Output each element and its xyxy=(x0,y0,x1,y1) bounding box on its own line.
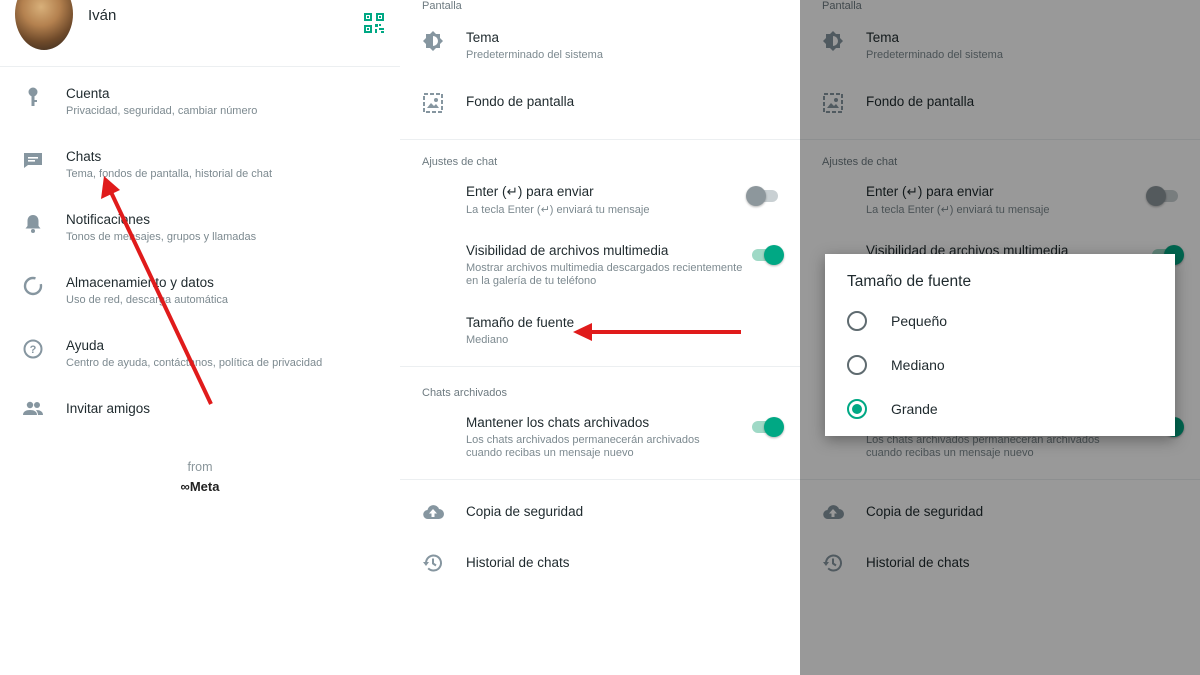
keep-archived-setting[interactable]: Mantener los chats archivados Los chats … xyxy=(400,415,800,461)
option-label: Mediano xyxy=(891,357,945,373)
data-usage-icon xyxy=(23,276,43,296)
media-visibility-toggle[interactable] xyxy=(752,245,784,265)
radio-button[interactable] xyxy=(847,355,867,375)
radio-button-selected[interactable] xyxy=(847,399,867,419)
svg-text:?: ? xyxy=(30,344,37,356)
footer-from: from xyxy=(187,460,213,474)
setting-title: Visibilidad de archivos multimedia xyxy=(466,243,669,258)
settings-item-storage[interactable]: Almacenamiento y datos Uso de red, desca… xyxy=(0,275,400,315)
font-size-dialog: Tamaño de fuente Pequeño Mediano Grande xyxy=(825,254,1175,436)
dialog-title: Tamaño de fuente xyxy=(847,273,972,290)
font-option-large[interactable]: Grande xyxy=(847,398,1147,420)
setting-subtitle: Mediano xyxy=(466,334,509,346)
section-chat-settings: Ajustes de chat xyxy=(422,156,498,168)
setting-title: Tamaño de fuente xyxy=(466,315,575,330)
settings-item-title: Notificaciones xyxy=(66,212,151,227)
settings-item-title: Invitar amigos xyxy=(66,401,151,416)
option-label: Pequeño xyxy=(891,313,948,329)
settings-item-notifications[interactable]: Notificaciones Tonos de mensajes, grupos… xyxy=(0,212,400,252)
settings-panel: Iván Cuenta Privacidad, seguridad, cambi… xyxy=(0,0,400,675)
enter-to-send-setting[interactable]: Enter (↵) para enviar La tecla Enter (↵)… xyxy=(400,184,800,220)
settings-item-chats[interactable]: Chats Tema, fondos de pantalla, historia… xyxy=(0,149,400,189)
option-label: Grande xyxy=(891,401,938,417)
chat-icon xyxy=(24,153,42,168)
enter-to-send-toggle[interactable] xyxy=(746,186,778,206)
settings-item-subtitle: Centro de ayuda, contáctanos, política d… xyxy=(66,357,323,369)
section-archived-chats: Chats archivados xyxy=(422,387,507,399)
settings-item-title: Almacenamiento y datos xyxy=(66,275,214,290)
help-icon: ? xyxy=(23,339,43,359)
settings-item-invite[interactable]: Invitar amigos xyxy=(0,398,400,422)
font-size-setting[interactable]: Tamaño de fuente Mediano xyxy=(400,315,800,351)
backup-setting[interactable]: Copia de seguridad xyxy=(400,501,800,525)
brightness-icon xyxy=(423,31,443,51)
profile-divider xyxy=(0,66,400,67)
setting-title: Historial de chats xyxy=(466,555,570,570)
key-icon xyxy=(28,87,38,106)
setting-subtitle: Predeterminado del sistema xyxy=(466,49,603,61)
setting-title: Tema xyxy=(466,30,500,45)
qr-code-icon[interactable] xyxy=(364,13,384,33)
section-divider xyxy=(400,366,800,367)
settings-item-subtitle: Tema, fondos de pantalla, historial de c… xyxy=(66,168,273,180)
settings-item-account[interactable]: Cuenta Privacidad, seguridad, cambiar nú… xyxy=(0,86,400,126)
wallpaper-setting[interactable]: Fondo de pantalla xyxy=(400,92,800,116)
font-option-small[interactable]: Pequeño xyxy=(847,310,1147,332)
font-option-medium[interactable]: Mediano xyxy=(847,354,1147,376)
profile-avatar[interactable] xyxy=(15,0,73,50)
section-divider xyxy=(400,479,800,480)
setting-title: Copia de seguridad xyxy=(466,504,584,519)
setting-subtitle: Los chats archivados permanecerán archiv… xyxy=(466,434,700,459)
media-visibility-setting[interactable]: Visibilidad de archivos multimedia Mostr… xyxy=(400,243,800,289)
wallpaper-icon xyxy=(423,93,443,113)
section-divider xyxy=(400,139,800,140)
settings-item-help[interactable]: ? Ayuda Centro de ayuda, contáctanos, po… xyxy=(0,338,400,378)
setting-title: Mantener los chats archivados xyxy=(466,415,650,430)
settings-item-title: Chats xyxy=(66,149,102,164)
setting-subtitle: Mostrar archivos multimedia descargados … xyxy=(466,262,743,287)
chat-settings-panel: Pantalla Tema Predeterminado del sistema… xyxy=(400,0,800,675)
keep-archived-toggle[interactable] xyxy=(752,417,784,437)
chat-settings-dialog-panel: Pantalla Tema Predeterminado del sistema… xyxy=(800,0,1200,675)
radio-button[interactable] xyxy=(847,311,867,331)
settings-item-subtitle: Privacidad, seguridad, cambiar número xyxy=(66,105,258,117)
meta-logo: ∞Meta xyxy=(180,479,220,494)
people-icon xyxy=(23,401,43,415)
theme-setting[interactable]: Tema Predeterminado del sistema xyxy=(400,30,800,66)
section-display: Pantalla xyxy=(422,0,462,12)
cloud-upload-icon xyxy=(423,505,444,520)
setting-subtitle: La tecla Enter (↵) enviará tu mensaje xyxy=(466,204,650,216)
setting-title: Fondo de pantalla xyxy=(466,94,575,109)
settings-item-title: Ayuda xyxy=(66,338,105,353)
bell-icon xyxy=(25,215,41,233)
settings-item-subtitle: Uso de red, descarga automática xyxy=(66,294,229,306)
chat-history-setting[interactable]: Historial de chats xyxy=(400,552,800,576)
setting-title: Enter (↵) para enviar xyxy=(466,184,594,199)
profile-name[interactable]: Iván xyxy=(88,7,116,24)
history-icon xyxy=(423,554,442,572)
settings-item-title: Cuenta xyxy=(66,86,110,101)
settings-item-subtitle: Tonos de mensajes, grupos y llamadas xyxy=(66,231,257,243)
